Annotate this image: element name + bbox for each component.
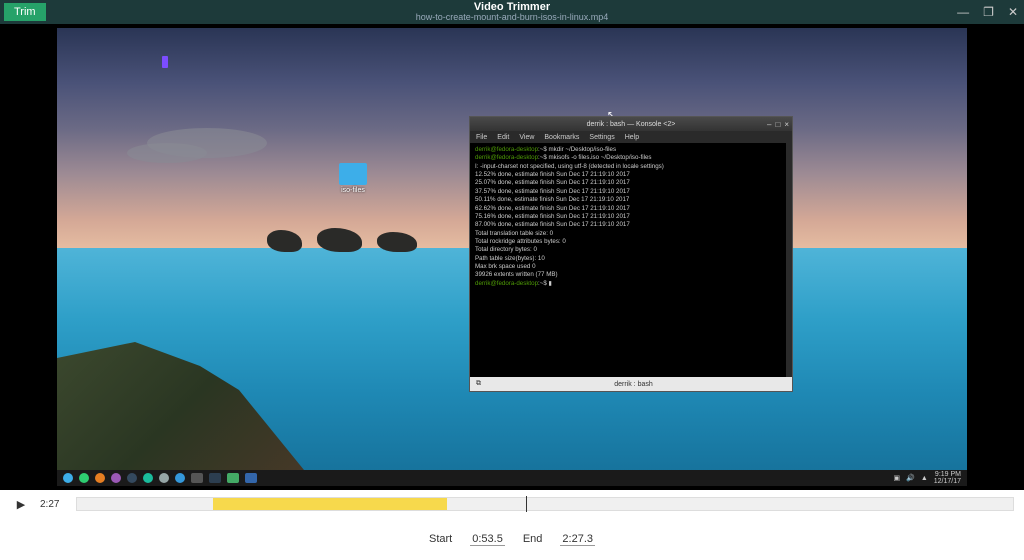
playback-controls: ▶ 2:27 xyxy=(0,490,1024,518)
taskbar-app-icon xyxy=(209,473,221,483)
rocks xyxy=(267,220,447,260)
rock xyxy=(377,232,417,252)
terminal-minimize-icon: – xyxy=(767,120,771,129)
terminal-status-left-icon: ⧉ xyxy=(476,380,481,388)
start-label: Start xyxy=(429,533,452,545)
trim-region[interactable] xyxy=(213,498,447,510)
rock xyxy=(317,228,362,252)
folder-label: iso-files xyxy=(339,187,367,194)
maximize-icon[interactable]: ❐ xyxy=(983,5,994,19)
taskbar-app-icon xyxy=(191,473,203,483)
taskbar-app-icon xyxy=(111,473,121,483)
video-preview-area: iso-files ↖ derrik : bash — Konsole <2> … xyxy=(0,24,1024,490)
volume-icon: 🔊 xyxy=(906,474,915,482)
taskbar-left xyxy=(63,473,257,483)
terminal-close-icon: × xyxy=(784,120,789,129)
terminal-titlebar: derrik : bash — Konsole <2> – □ × xyxy=(470,117,792,131)
terminal-window-controls: – □ × xyxy=(767,120,789,129)
menu-settings: Settings xyxy=(589,134,614,141)
clock: 9:19 PM 12/17/17 xyxy=(934,471,961,485)
playhead[interactable] xyxy=(526,496,527,512)
taskbar-app-icon xyxy=(175,473,185,483)
taskbar-app-icon xyxy=(63,473,73,483)
terminal-title: derrik : bash — Konsole <2> xyxy=(587,121,676,128)
taskbar-app-icon xyxy=(245,473,257,483)
terminal-menu: File Edit View Bookmarks Settings Help xyxy=(470,131,792,143)
tray-icon: ▣ xyxy=(893,474,900,482)
clock-date: 12/17/17 xyxy=(934,478,961,485)
folder-icon xyxy=(339,163,367,185)
rock xyxy=(267,230,302,252)
end-label: End xyxy=(523,533,543,545)
menu-edit: Edit xyxy=(497,134,509,141)
cloud-icon xyxy=(127,143,207,163)
taskbar-app-icon xyxy=(127,473,137,483)
menu-file: File xyxy=(476,134,487,141)
play-button[interactable]: ▶ xyxy=(10,493,32,515)
desktop-folder-icon: iso-files xyxy=(339,163,367,194)
minimize-icon[interactable]: — xyxy=(957,5,969,19)
menu-bookmarks: Bookmarks xyxy=(544,134,579,141)
start-input[interactable]: 0:53.5 xyxy=(470,533,505,546)
terminal-scrollbar xyxy=(786,143,792,377)
taskbar-right: ▣ 🔊 ▲ 9:19 PM 12/17/17 xyxy=(893,471,961,485)
titlebar: Trim Video Trimmer how-to-create-mount-a… xyxy=(0,0,1024,24)
terminal-window: derrik : bash — Konsole <2> – □ × File E… xyxy=(469,116,793,392)
taskbar-app-icon xyxy=(79,473,89,483)
desktop-taskbar: ▣ 🔊 ▲ 9:19 PM 12/17/17 xyxy=(57,470,967,486)
end-input[interactable]: 2:27.3 xyxy=(560,533,595,546)
taskbar-app-icon xyxy=(227,473,239,483)
purple-marker-icon xyxy=(162,56,168,68)
clock-time: 9:19 PM xyxy=(934,471,961,478)
terminal-status-center: derrik : bash xyxy=(614,381,653,388)
video-frame[interactable]: iso-files ↖ derrik : bash — Konsole <2> … xyxy=(57,28,967,486)
menu-view: View xyxy=(519,134,534,141)
file-name: how-to-create-mount-and-burn-isos-in-lin… xyxy=(416,13,609,23)
terminal-maximize-icon: □ xyxy=(775,120,780,129)
taskbar-app-icon xyxy=(159,473,169,483)
terminal-statusbar: ⧉ derrik : bash xyxy=(470,377,792,391)
close-icon[interactable]: ✕ xyxy=(1008,5,1018,19)
tray-icon: ▲ xyxy=(921,475,928,482)
menu-help: Help xyxy=(625,134,639,141)
trim-button[interactable]: Trim xyxy=(4,3,46,21)
current-time-label: 2:27 xyxy=(40,499,68,510)
taskbar-app-icon xyxy=(143,473,153,483)
title-center: Video Trimmer how-to-create-mount-and-bu… xyxy=(416,1,609,23)
taskbar-app-icon xyxy=(95,473,105,483)
window-controls: — ❐ ✕ xyxy=(957,5,1018,19)
terminal-body: derrik@fedora-desktop:~$ mkdir ~/Desktop… xyxy=(470,143,792,377)
trim-range-controls: Start 0:53.5 End 2:27.3 xyxy=(0,518,1024,560)
timeline[interactable] xyxy=(76,497,1014,511)
